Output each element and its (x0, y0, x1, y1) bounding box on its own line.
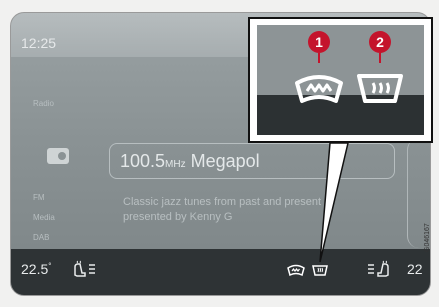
figure-code: G046167 (424, 223, 431, 252)
frequency-value: 100.5 (120, 151, 166, 171)
windshield-defrost-icon[interactable] (287, 263, 305, 282)
seat-heater-right-icon[interactable] (366, 259, 392, 284)
side-menu-item-radio[interactable]: Radio (33, 99, 54, 109)
side-menu-item-dab[interactable]: DAB (33, 233, 49, 243)
side-menu-item-media[interactable]: Media (33, 213, 55, 223)
callout-stem-1 (318, 53, 320, 63)
callout-stem-2 (379, 53, 381, 63)
station-name: Megapol (190, 151, 260, 171)
windshield-defrost-icon-large (294, 71, 344, 110)
callout-badge-2: 2 (369, 31, 391, 63)
callout-badge-2-number: 2 (376, 34, 384, 50)
station-display[interactable]: 100.5MHz Megapol (109, 143, 395, 179)
temp-right-value: 22 (407, 261, 423, 277)
temp-left-degree: ° (48, 261, 52, 271)
callout-badge-1: 1 (308, 31, 330, 63)
frequency-unit: MHz (165, 159, 186, 170)
rear-window-defrost-icon[interactable] (311, 263, 329, 282)
temp-left[interactable]: 22.5° (21, 261, 51, 277)
station-description: Classic jazz tunes from past and present… (123, 196, 322, 223)
side-menu-item-fm[interactable]: FM (33, 193, 45, 203)
rear-window-defrost-icon-large (355, 71, 405, 110)
temp-left-value: 22.5 (21, 261, 49, 277)
callout-badge-1-number: 1 (315, 34, 323, 50)
frequency-readout: 100.5MHz Megapol (120, 151, 260, 172)
climate-bar: 22.5° 22 (11, 249, 430, 295)
clock: 12:25 (21, 35, 57, 51)
seat-heater-left-icon[interactable] (71, 259, 97, 284)
zoom-callout: 1 2 (248, 17, 433, 143)
temp-right[interactable]: 22 (407, 261, 423, 277)
radio-icon (47, 148, 69, 164)
